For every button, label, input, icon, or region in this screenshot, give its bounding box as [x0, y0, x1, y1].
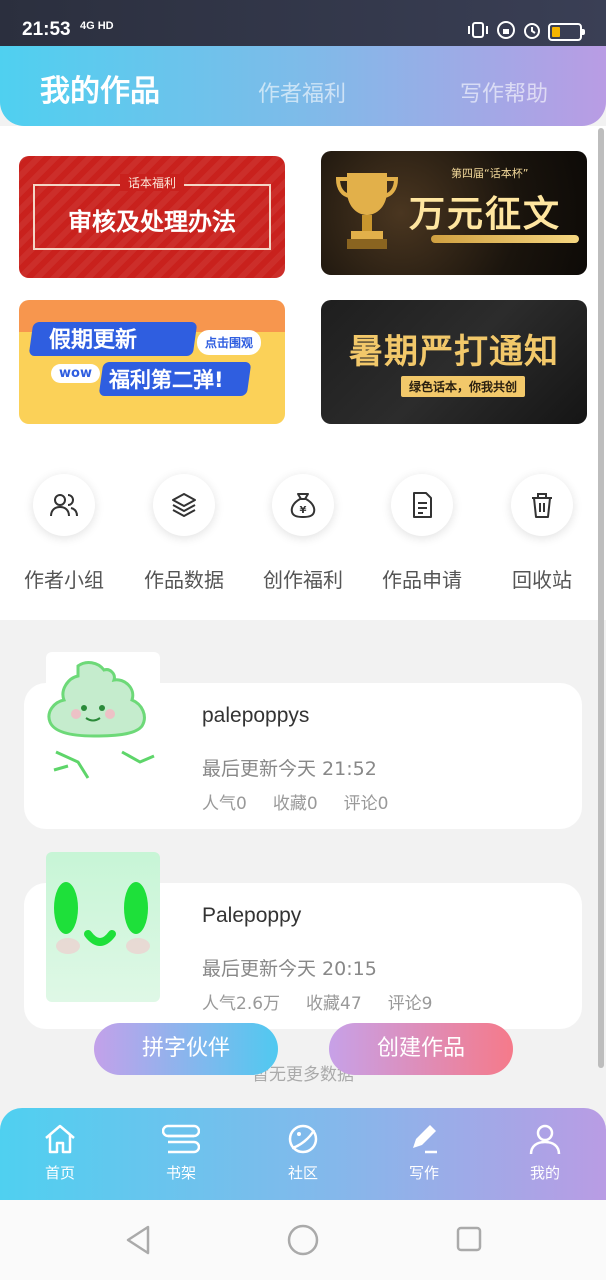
banner-wow-badge: wow	[51, 364, 100, 383]
bottom-tab-bar: 首页 书架 社区 写作 我的	[0, 1108, 606, 1200]
status-icons	[466, 20, 585, 44]
shortcut-label: 作者小组	[24, 568, 104, 592]
shortcut-work-data[interactable]: 作品数据	[124, 474, 244, 593]
scrollbar[interactable]	[598, 128, 604, 1068]
users-icon	[33, 474, 95, 536]
list-end-text: 暂无更多数据	[252, 1065, 354, 1085]
banner-review-policy[interactable]: 话本福利 审核及处理办法	[19, 156, 285, 278]
home-icon	[45, 1124, 75, 1154]
system-nav-bar	[0, 1200, 606, 1280]
document-icon	[391, 474, 453, 536]
banner-title: 暑期严打通知	[349, 332, 559, 372]
tabbar-label: 写作	[408, 1164, 439, 1182]
work-stats: 人气2.6万 收藏47 评论9	[202, 989, 459, 1014]
recents-icon[interactable]	[455, 1224, 483, 1256]
shortcut-label: 作品申请	[382, 568, 462, 592]
work-comments: 评论0	[343, 794, 389, 814]
svg-text:¥: ¥	[300, 505, 307, 516]
alarm-icon	[522, 20, 542, 44]
battery-icon	[548, 23, 585, 41]
trash-icon	[511, 474, 573, 536]
shortcut-creation-benefits[interactable]: ¥ 创作福利	[243, 474, 363, 593]
shortcut-author-group[interactable]: 作者小组	[4, 474, 124, 593]
banner-tag: 话本福利	[119, 174, 185, 191]
tabbar-item-bookshelf[interactable]: 书架	[141, 1122, 221, 1183]
tabbar-label: 首页	[44, 1164, 75, 1182]
status-time: 21:53	[22, 19, 71, 40]
create-work-button[interactable]: 创建作品	[329, 1023, 513, 1075]
tabbar-item-write[interactable]: 写作	[384, 1122, 464, 1183]
trophy-icon	[335, 173, 399, 249]
banner-title: 假期更新	[49, 328, 138, 353]
tabbar-item-home[interactable]: 首页	[20, 1122, 100, 1183]
work-title: Palepoppy	[202, 904, 302, 927]
status-bar: 21:53 4G HD	[0, 0, 606, 46]
tab-my-works[interactable]: 我的作品	[40, 66, 160, 110]
lock-rotation-icon	[496, 20, 516, 44]
shortcut-label: 作品数据	[144, 568, 224, 592]
work-cover-image[interactable]	[46, 652, 160, 802]
work-favorites: 收藏47	[306, 994, 362, 1014]
shortcut-work-application[interactable]: 作品申请	[362, 474, 482, 593]
work-popularity: 人气2.6万	[202, 994, 281, 1014]
tabbar-item-me[interactable]: 我的	[505, 1122, 585, 1183]
banner-summer-notice[interactable]: 暑期严打通知 绿色话本，你我共创	[321, 300, 587, 424]
tabbar-label: 社区	[287, 1164, 318, 1182]
vibrate-icon	[466, 21, 490, 43]
writing-partner-button[interactable]: 拼字伙伴	[94, 1023, 278, 1075]
banner-click-pill: 点击围观	[197, 330, 262, 355]
shortcut-recycle-bin[interactable]: 回收站	[482, 474, 602, 593]
main-panel: 话本福利 审核及处理办法 第四届“话本杯” 万元征文 假期更新 点击围观 wow…	[0, 126, 606, 620]
money-bag-icon: ¥	[272, 474, 334, 536]
planet-icon	[288, 1124, 318, 1154]
tab-author-benefits[interactable]: 作者福利	[258, 76, 346, 108]
banner-title: 审核及处理办法	[68, 208, 236, 236]
banner-subtitle: 第四届“话本杯”	[451, 167, 529, 180]
work-last-updated: 最后更新今天 20:15	[202, 958, 377, 980]
layers-icon	[153, 474, 215, 536]
tab-writing-help[interactable]: 写作帮助	[460, 76, 548, 108]
tabbar-label: 书架	[165, 1164, 196, 1182]
banner-title: 万元征文	[409, 194, 562, 235]
work-last-updated: 最后更新今天 21:52	[202, 758, 377, 780]
pen-icon	[413, 1125, 437, 1154]
work-title: palepoppys	[202, 704, 310, 727]
banner-date-bar	[431, 235, 579, 243]
user-icon	[529, 1124, 561, 1155]
banner-contest[interactable]: 第四届“话本杯” 万元征文	[321, 151, 587, 275]
work-favorites: 收藏0	[272, 794, 318, 814]
banner-subtitle: 福利第二弹!	[109, 368, 224, 392]
bookshelf-icon	[161, 1124, 201, 1154]
tabbar-item-community[interactable]: 社区	[263, 1122, 343, 1183]
back-icon[interactable]	[124, 1224, 152, 1256]
tabbar-label: 我的	[529, 1164, 560, 1182]
work-popularity: 人气0	[202, 794, 247, 814]
top-tab-header: 我的作品 作者福利 写作帮助	[0, 46, 606, 126]
banner-subtitle: 绿色话本，你我共创	[401, 376, 526, 397]
shortcut-label: 创作福利	[263, 568, 343, 592]
home-circle-icon[interactable]	[287, 1224, 319, 1256]
shortcut-label: 回收站	[512, 568, 572, 592]
banner-holiday-update[interactable]: 假期更新 点击围观 wow 福利第二弹!	[19, 300, 285, 424]
work-stats: 人气0 收藏0 评论0	[202, 789, 414, 814]
work-comments: 评论9	[387, 994, 433, 1014]
work-cover-image[interactable]	[46, 852, 160, 1002]
network-indicator: 4G HD	[80, 20, 114, 32]
